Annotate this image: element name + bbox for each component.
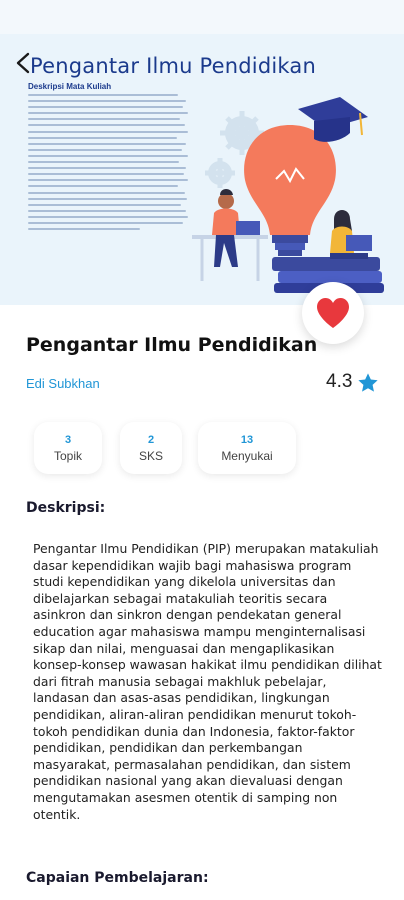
- learning-outcomes-heading: Capaian Pembelajaran:: [26, 870, 209, 886]
- course-banner: Pengantar Ilmu Pendidikan Deskripsi Mata…: [0, 0, 404, 305]
- banner-title: Pengantar Ilmu Pendidikan: [30, 54, 316, 78]
- stat-value: 3: [64, 434, 72, 446]
- stat-value: 13: [240, 434, 254, 446]
- stat-label: SKS: [138, 449, 163, 463]
- stat-label: Menyukai: [221, 449, 273, 463]
- rating-value: 4.3: [326, 371, 353, 392]
- heart-icon: [317, 298, 349, 328]
- banner-illegible-text: [28, 94, 188, 234]
- stat-value: 2: [147, 434, 155, 446]
- stat-card-likes: 13 Menyukai: [198, 422, 296, 474]
- banner-subheading: Deskripsi Mata Kuliah: [28, 82, 112, 91]
- status-bar-area: [0, 0, 404, 34]
- stat-label: Topik: [53, 449, 82, 463]
- course-title: Pengantar Ilmu Pendidikan: [26, 334, 318, 356]
- description-text: Pengantar Ilmu Pendidikan (PIP) merupaka…: [33, 541, 382, 822]
- stat-card-credits: 2 SKS: [120, 422, 182, 474]
- instructor-link[interactable]: Edi Subkhan: [26, 376, 100, 391]
- education-illustration: [192, 97, 384, 293]
- star-icon: [358, 373, 378, 392]
- stat-card-topics: 3 Topik: [34, 422, 102, 474]
- description-heading: Deskripsi:: [26, 500, 106, 516]
